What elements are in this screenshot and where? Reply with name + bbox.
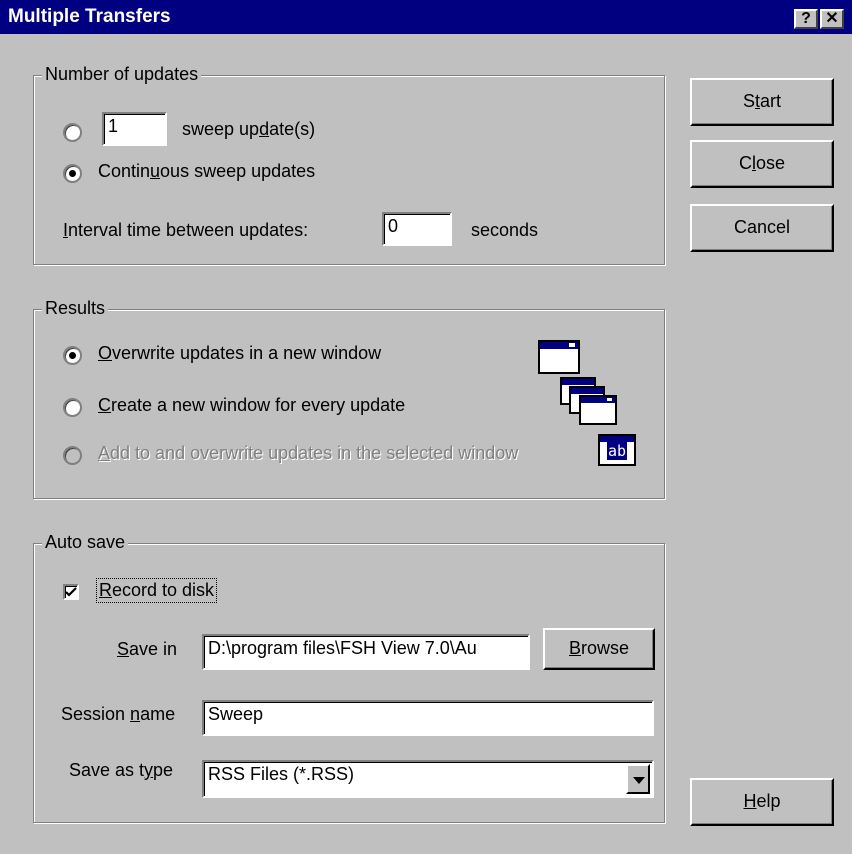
save-in-label: Save in [117, 639, 178, 659]
session-name-label: Session name [61, 704, 176, 724]
multiple-windows-icon [560, 377, 617, 425]
dropdown-arrow-icon[interactable] [626, 764, 650, 794]
interval-label: Interval time between updates: [63, 220, 309, 240]
selected-window-icon-text: ab [606, 442, 628, 460]
continuous-updates-radio[interactable] [63, 164, 82, 183]
interval-input[interactable]: 0 [382, 212, 452, 246]
session-name-input[interactable]: Sweep [202, 700, 654, 736]
multiple-transfers-dialog: Multiple Transfers ? ✕ Number of updates… [0, 0, 852, 854]
selected-window-icon: ab [598, 434, 636, 466]
add-overwrite-label: Add to and overwrite updates in the sele… [98, 443, 519, 463]
record-to-disk-label: Record to disk [96, 578, 218, 603]
help-button[interactable]: Help [690, 778, 834, 826]
start-button[interactable]: Start [690, 78, 834, 126]
save-as-type-select[interactable]: RSS Files (*.RSS) [202, 760, 654, 798]
interval-unit-label: seconds [471, 220, 539, 240]
sweep-count-input[interactable]: 1 [102, 112, 167, 146]
save-as-type-label: Save as type [69, 760, 174, 780]
overwrite-label: Overwrite updates in a new window [98, 343, 382, 363]
add-overwrite-radio[interactable] [63, 446, 82, 465]
continuous-updates-label: Continuous sweep updates [98, 161, 316, 181]
close-title-button[interactable]: ✕ [820, 9, 844, 29]
sweep-updates-label: sweep update(s) [182, 119, 316, 139]
create-new-window-radio[interactable] [63, 398, 82, 417]
overwrite-radio[interactable] [63, 346, 82, 365]
record-to-disk-checkbox[interactable] [63, 584, 79, 600]
help-title-button[interactable]: ? [794, 9, 818, 29]
save-in-field[interactable]: D:\program files\FSH View 7.0\Au [202, 634, 530, 670]
results-label: Results [42, 298, 109, 319]
number-of-updates-label: Number of updates [42, 64, 202, 85]
single-window-icon [538, 340, 580, 374]
browse-button[interactable]: Browse [543, 628, 655, 670]
check-icon [65, 587, 77, 597]
cancel-button[interactable]: Cancel [690, 204, 834, 252]
create-new-window-label: Create a new window for every update [98, 395, 406, 415]
close-button[interactable]: Close [690, 140, 834, 188]
window-title: Multiple Transfers [8, 6, 171, 27]
save-as-type-value: RSS Files (*.RSS) [208, 764, 355, 784]
sweep-count-radio[interactable] [63, 123, 82, 142]
auto-save-label: Auto save [42, 532, 129, 553]
title-bar: Multiple Transfers ? ✕ [0, 0, 852, 34]
